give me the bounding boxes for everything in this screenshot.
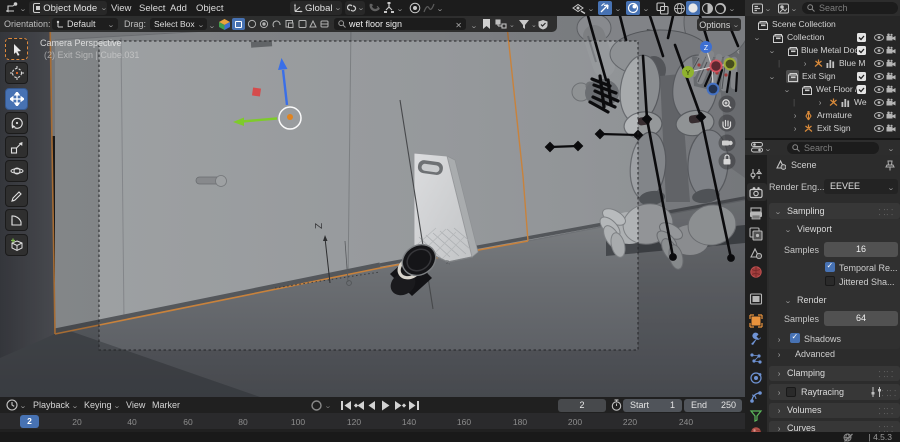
- svg-text:Z: Z: [704, 45, 709, 52]
- svg-text:Y: Y: [686, 70, 691, 77]
- svg-text:Z: Z: [314, 223, 325, 229]
- svg-text:‹: ‹: [737, 47, 740, 56]
- svg-text:⌄: ⌄: [509, 22, 515, 29]
- svg-text:2,: 2,: [446, 260, 450, 266]
- svg-text:⌄: ⌄: [531, 22, 537, 29]
